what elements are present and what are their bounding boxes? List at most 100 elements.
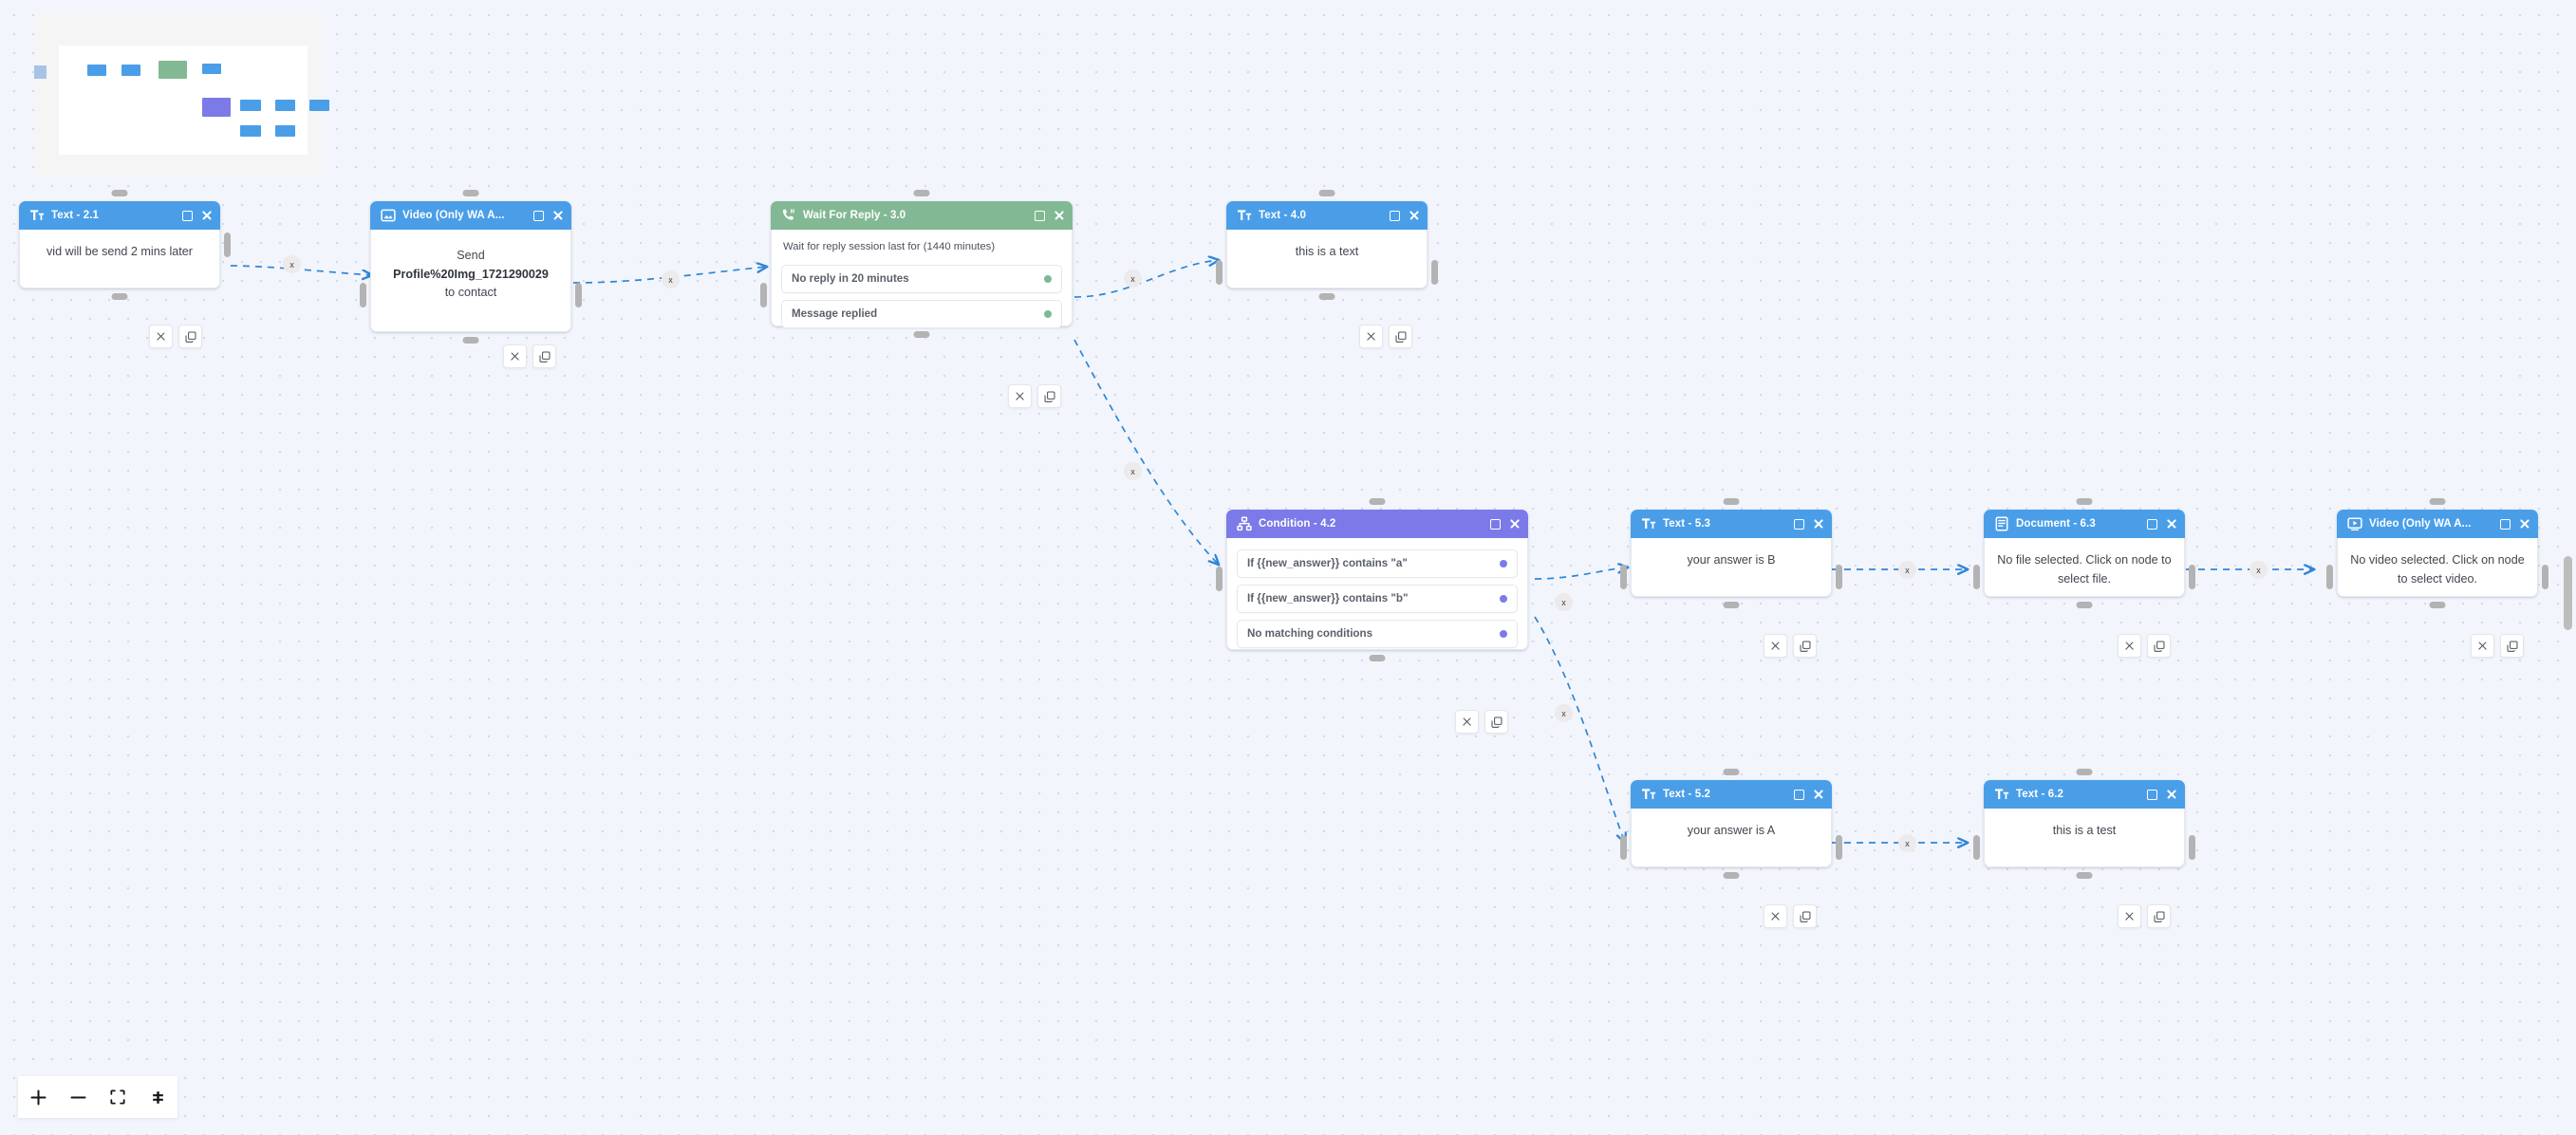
node-toolbar[interactable] xyxy=(1764,904,1817,928)
close-icon[interactable] xyxy=(1812,518,1824,530)
expand-button[interactable] xyxy=(532,210,545,222)
node-handle-right[interactable] xyxy=(2189,565,2195,589)
close-icon[interactable] xyxy=(551,210,564,222)
node-toolbar[interactable] xyxy=(149,325,202,348)
node-toolbar[interactable] xyxy=(2118,904,2171,928)
close-icon[interactable] xyxy=(2165,518,2177,530)
node-text-5-2[interactable]: Text - 5.2 your answer is A xyxy=(1620,769,1842,879)
edge-delete-button[interactable]: x xyxy=(1898,834,1916,852)
node-header[interactable]: Wait For Reply - 3.0 xyxy=(771,201,1073,230)
expand-button[interactable] xyxy=(2146,789,2158,801)
condition-option-b[interactable]: If {{new_answer}} contains "b" xyxy=(1237,585,1518,613)
expand-button[interactable] xyxy=(1389,210,1401,222)
node-header[interactable]: Condition - 4.2 xyxy=(1226,510,1528,538)
node-toolbar[interactable] xyxy=(2118,634,2171,658)
node-header[interactable]: Document - 6.3 xyxy=(1984,510,2185,538)
toggle-interactivity-button[interactable] xyxy=(138,1076,177,1118)
delete-node-button[interactable] xyxy=(1764,904,1787,928)
option-handle-dot[interactable] xyxy=(1044,274,1052,283)
expand-button[interactable] xyxy=(1793,789,1805,801)
node-video-7-3[interactable]: Video (Only WA A... No video selected. C… xyxy=(2326,498,2548,608)
option-handle-dot[interactable] xyxy=(1044,309,1052,318)
node-handle-top[interactable] xyxy=(1723,769,1740,775)
node-text-5-3[interactable]: Text - 5.3 your answer is B xyxy=(1620,498,1842,608)
node-toolbar[interactable] xyxy=(1008,384,1061,408)
delete-node-button[interactable] xyxy=(149,325,173,348)
duplicate-node-button[interactable] xyxy=(1793,634,1817,658)
edge-delete-button[interactable]: x xyxy=(1555,704,1573,722)
edge-delete-button[interactable]: x xyxy=(1898,561,1916,579)
delete-node-button[interactable] xyxy=(1359,325,1383,348)
delete-node-button[interactable] xyxy=(2471,634,2494,658)
node-toolbar[interactable] xyxy=(1764,634,1817,658)
fit-view-button[interactable] xyxy=(98,1076,138,1118)
minimap[interactable] xyxy=(34,13,329,177)
node-handle-left[interactable] xyxy=(760,283,767,307)
edge-delete-button[interactable]: x xyxy=(1124,270,1142,288)
expand-button[interactable] xyxy=(1034,210,1046,222)
duplicate-node-button[interactable] xyxy=(532,344,556,368)
node-video-2-2[interactable]: Video (Only WA A... Send Profile%20Img_1… xyxy=(360,190,582,344)
node-handle-right[interactable] xyxy=(224,233,231,257)
node-handle-top[interactable] xyxy=(1318,190,1335,196)
node-handle-top[interactable] xyxy=(1723,498,1740,505)
node-handle-top[interactable] xyxy=(1369,498,1386,505)
duplicate-node-button[interactable] xyxy=(1793,904,1817,928)
node-handle-right[interactable] xyxy=(1836,565,1842,589)
duplicate-node-button[interactable] xyxy=(1484,710,1508,734)
node-handle-left[interactable] xyxy=(360,283,366,307)
condition-option-a[interactable]: If {{new_answer}} contains "a" xyxy=(1237,549,1518,578)
edge-delete-button[interactable]: x xyxy=(283,255,301,273)
flow-canvas[interactable]: x x x x x x x x x Text - 2.1 vid will be… xyxy=(0,0,2576,1135)
node-handle-top[interactable] xyxy=(913,190,930,196)
node-handle-left[interactable] xyxy=(1216,567,1223,591)
node-handle-right[interactable] xyxy=(575,283,582,307)
canvas-scrollbar[interactable] xyxy=(2564,556,2572,630)
node-handle-right[interactable] xyxy=(1836,835,1842,860)
node-handle-top[interactable] xyxy=(2076,498,2093,505)
minimap-viewport-mask[interactable] xyxy=(34,65,47,79)
zoom-out-button[interactable] xyxy=(58,1076,98,1118)
node-handle-left[interactable] xyxy=(1620,835,1627,860)
zoom-in-button[interactable] xyxy=(18,1076,58,1118)
node-header[interactable]: Text - 4.0 xyxy=(1226,201,1428,230)
close-icon[interactable] xyxy=(2518,518,2530,530)
node-handle-bottom[interactable] xyxy=(111,293,128,300)
option-handle-dot[interactable] xyxy=(1500,560,1507,568)
close-icon[interactable] xyxy=(200,210,213,222)
node-toolbar[interactable] xyxy=(2471,634,2524,658)
node-handle-left[interactable] xyxy=(1620,565,1627,589)
delete-node-button[interactable] xyxy=(503,344,527,368)
expand-button[interactable] xyxy=(1793,518,1805,530)
node-text-4-0[interactable]: Text - 4.0 this is a text xyxy=(1216,190,1438,300)
node-handle-bottom[interactable] xyxy=(2076,872,2093,879)
node-handle-top[interactable] xyxy=(462,190,479,196)
node-header[interactable]: Text - 5.2 xyxy=(1631,780,1832,809)
duplicate-node-button[interactable] xyxy=(2147,634,2171,658)
option-handle-dot[interactable] xyxy=(1500,630,1507,638)
edge-delete-button[interactable]: x xyxy=(2249,561,2268,579)
node-handle-bottom[interactable] xyxy=(1318,293,1335,300)
edge-delete-button[interactable]: x xyxy=(1555,593,1573,611)
expand-button[interactable] xyxy=(2499,518,2511,530)
node-condition-4-2[interactable]: Condition - 4.2 If {{new_answer}} contai… xyxy=(1216,498,1528,661)
edge-delete-button[interactable]: x xyxy=(662,270,680,288)
node-header[interactable]: Video (Only WA A... xyxy=(2337,510,2538,538)
node-handle-bottom[interactable] xyxy=(462,337,479,344)
node-toolbar[interactable] xyxy=(1455,710,1508,734)
zoom-controls[interactable] xyxy=(18,1076,177,1118)
node-handle-left[interactable] xyxy=(1973,565,1980,589)
node-handle-bottom[interactable] xyxy=(2429,602,2446,608)
node-wait-for-reply-3-0[interactable]: Wait For Reply - 3.0 Wait for reply sess… xyxy=(760,190,1073,338)
node-toolbar[interactable] xyxy=(1359,325,1412,348)
wait-option-message-replied[interactable]: Message replied xyxy=(781,299,1062,328)
close-icon[interactable] xyxy=(1508,518,1521,530)
node-text-2-1[interactable]: Text - 2.1 vid will be send 2 mins later xyxy=(19,190,231,300)
node-text-6-2[interactable]: Text - 6.2 this is a test xyxy=(1973,769,2195,879)
duplicate-node-button[interactable] xyxy=(2500,634,2524,658)
expand-button[interactable] xyxy=(181,210,194,222)
node-header[interactable]: Text - 2.1 xyxy=(19,201,220,230)
wait-option-no-reply[interactable]: No reply in 20 minutes xyxy=(781,264,1062,293)
duplicate-node-button[interactable] xyxy=(1037,384,1061,408)
option-handle-dot[interactable] xyxy=(1500,595,1507,603)
